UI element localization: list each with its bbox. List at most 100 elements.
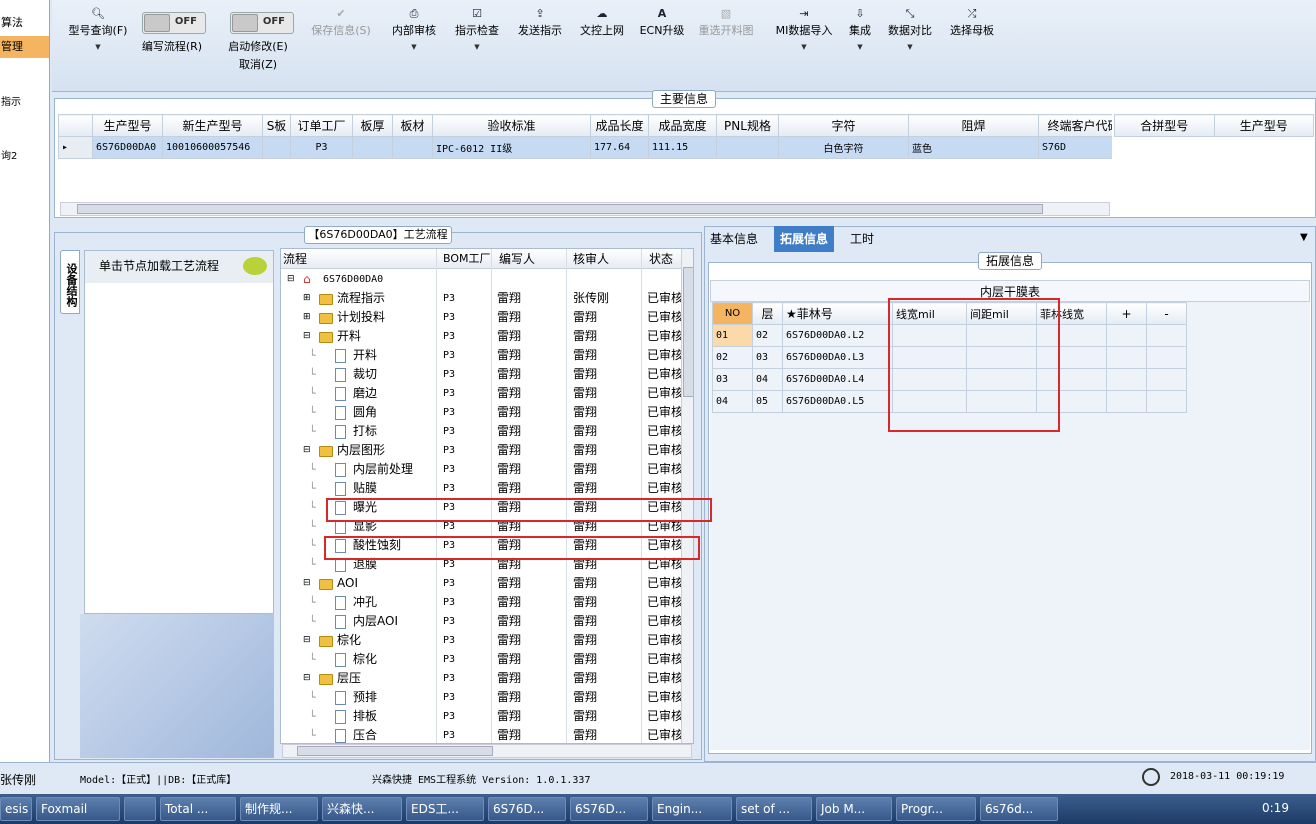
taskbar-item[interactable]: Job M... (816, 797, 892, 821)
collapse-icon[interactable]: ⊟ (287, 270, 295, 289)
tree-node[interactable]: └ 排板 P3 雷翔 雷翔 已审核 (281, 707, 683, 726)
cell[interactable] (1036, 324, 1107, 347)
col-header[interactable]: 成品长度 (590, 114, 649, 137)
equipment-structure-tab[interactable]: 设备结构 (60, 250, 80, 314)
tree-node[interactable]: └ 圆角 P3 雷翔 雷翔 已审核 (281, 403, 683, 422)
tree-hscrollbar[interactable] (282, 744, 692, 758)
cell[interactable] (1036, 346, 1107, 369)
nav-item-instruction[interactable]: 指示 (0, 92, 49, 114)
main-info-hscrollbar[interactable] (60, 202, 1110, 216)
col-header[interactable]: 订单工厂 (290, 114, 353, 137)
tree-node[interactable]: └ 开料 P3 雷翔 雷翔 已审核 (281, 346, 683, 365)
col-header[interactable]: 合拼型号 (1114, 114, 1215, 137)
cell[interactable] (966, 324, 1037, 347)
taskbar-item[interactable]: 6S76D... (488, 797, 566, 821)
internal-review-button[interactable]: ⎙ 内部审核 ▼ (386, 6, 442, 86)
tree-node[interactable]: └ 曝光 P3 雷翔 雷翔 已审核 (281, 498, 683, 517)
table-row[interactable]: 03 04 6S76D00DA0.L4 (712, 368, 1187, 391)
taskbar-item[interactable]: 6S76D... (570, 797, 648, 821)
col-header[interactable]: 验收标准 (432, 114, 591, 137)
nav-item-algorithm[interactable]: 算法 (0, 12, 49, 34)
col-header[interactable]: 生产型号 (92, 114, 163, 137)
taskbar-item[interactable]: set of ... (736, 797, 812, 821)
tree-node[interactable]: └ 棕化 P3 雷翔 雷翔 已审核 (281, 650, 683, 669)
dropdown-arrow-icon[interactable]: ▼ (1300, 232, 1308, 243)
col-header[interactable]: NO (712, 302, 753, 325)
scroll-thumb[interactable] (297, 746, 493, 756)
col-header[interactable]: 层 (752, 302, 783, 325)
tree-node[interactable]: ⊟ AOI P3 雷翔 雷翔 已审核 (281, 574, 683, 593)
col-header[interactable]: 核审人 (573, 249, 609, 269)
col-header[interactable]: 板材 (392, 114, 433, 137)
tree-vscrollbar[interactable] (681, 249, 693, 743)
col-header[interactable]: 线宽mil (892, 302, 967, 325)
data-compare-button[interactable]: ⤡ 数据对比 ▼ (882, 6, 938, 86)
table-row[interactable]: ▸ 6S76D00DA0 10010600057546 P3 IPC-6012 … (58, 136, 1112, 159)
cell[interactable] (966, 346, 1037, 369)
table-row[interactable]: 02 03 6S76D00DA0.L3 (712, 346, 1187, 369)
tree-node[interactable]: └ 内层AOI P3 雷翔 雷翔 已审核 (281, 612, 683, 631)
save-info-button[interactable]: ✔ 保存信息(S) (304, 6, 378, 86)
col-header[interactable]: 字符 (778, 114, 909, 137)
table-row[interactable]: 04 05 6S76D00DA0.L5 (712, 390, 1187, 413)
col-header[interactable]: 终端客户代码 (1038, 114, 1112, 137)
send-instruction-button[interactable]: ⇪ 发送指示 (512, 6, 568, 86)
scroll-thumb[interactable] (683, 267, 693, 397)
taskbar-item[interactable]: Total ... (160, 797, 236, 821)
taskbar-item[interactable]: 兴森快... (322, 797, 402, 821)
expand-icon[interactable]: ⊟ (303, 631, 311, 650)
model-query-button[interactable]: 🔍︎ 型号查询(F) ▼ (60, 6, 136, 86)
taskbar-item[interactable]: Progr... (896, 797, 976, 821)
tab-work-hours[interactable]: 工时 (844, 226, 880, 252)
tab-extended-info[interactable]: 拓展信息 (774, 226, 835, 252)
nav-item-query2[interactable]: 询2 (0, 146, 49, 168)
add-column-button[interactable]: + (1106, 302, 1147, 325)
instruction-check-button[interactable]: ☑ 指示检查 ▼ (449, 6, 505, 86)
taskbar-item[interactable]: 6s76d... (980, 797, 1058, 821)
scroll-thumb[interactable] (77, 204, 1043, 214)
col-header[interactable]: 流程 (283, 249, 307, 269)
start-modify-toggle[interactable]: OFF (230, 12, 294, 34)
select-master-board-button[interactable]: ⤮ 选择母板 (944, 6, 1000, 86)
col-header[interactable]: 阻焊 (908, 114, 1039, 137)
taskbar-item[interactable]: Engin... (652, 797, 732, 821)
tree-node[interactable]: ⊟ 内层图形 P3 雷翔 雷翔 已审核 (281, 441, 683, 460)
tree-node[interactable]: └ 压合 P3 雷翔 雷翔 已审核 (281, 726, 683, 743)
cell[interactable] (892, 368, 967, 391)
tree-node[interactable]: └ 裁切 P3 雷翔 雷翔 已审核 (281, 365, 683, 384)
cell[interactable] (892, 346, 967, 369)
expand-icon[interactable]: ⊟ (303, 327, 311, 346)
tree-node[interactable]: └ 打标 P3 雷翔 雷翔 已审核 (281, 422, 683, 441)
col-header[interactable]: 编写人 (499, 249, 535, 269)
tree-node[interactable]: ⊞ 流程指示 P3 雷翔 张传刚 已审核 (281, 289, 683, 308)
tree-node[interactable]: └ 冲孔 P3 雷翔 雷翔 已审核 (281, 593, 683, 612)
tab-basic-info[interactable]: 基本信息 (704, 226, 764, 252)
doc-control-online-button[interactable]: ☁ 文控上网 (574, 6, 630, 86)
tree-node[interactable]: ⊟ 开料 P3 雷翔 雷翔 已审核 (281, 327, 683, 346)
tree-node[interactable]: └ 磨边 P3 雷翔 雷翔 已审核 (281, 384, 683, 403)
col-header[interactable]: 菲林线宽 (1036, 302, 1107, 325)
taskbar-item[interactable]: 制作规... (240, 797, 318, 821)
edit-flow-toggle[interactable]: OFF (142, 12, 206, 34)
taskbar-item[interactable]: esis (0, 797, 32, 821)
col-header[interactable]: 板厚 (352, 114, 393, 137)
col-header[interactable]: BOM工厂 (443, 249, 491, 269)
cell[interactable] (966, 390, 1037, 413)
nav-item-management[interactable]: 管理 (0, 36, 49, 58)
taskbar-item[interactable] (124, 797, 156, 821)
tree-node[interactable]: └ 退膜 P3 雷翔 雷翔 已审核 (281, 555, 683, 574)
expand-icon[interactable]: ⊟ (303, 669, 311, 688)
col-header[interactable]: 成品宽度 (648, 114, 717, 137)
cell[interactable] (966, 368, 1037, 391)
col-header[interactable]: 状态 (649, 249, 673, 269)
col-header[interactable]: ★菲林号 (782, 302, 893, 325)
ecn-upgrade-button[interactable]: A ECN升级 (636, 6, 688, 86)
taskbar-item[interactable]: EDS工... (406, 797, 484, 821)
tree-root[interactable]: ⊟ ⌂ 6S76D00DA0 (281, 270, 681, 289)
integrate-button[interactable]: ⇩ 集成 ▼ (842, 6, 878, 86)
table-row[interactable]: 01 02 6S76D00DA0.L2 (712, 324, 1187, 347)
taskbar-item[interactable]: Foxmail (36, 797, 120, 821)
tree-node[interactable]: └ 酸性蚀刻 P3 雷翔 雷翔 已审核 (281, 536, 683, 555)
expand-icon[interactable]: ⊟ (303, 441, 311, 460)
cell[interactable] (1036, 390, 1107, 413)
